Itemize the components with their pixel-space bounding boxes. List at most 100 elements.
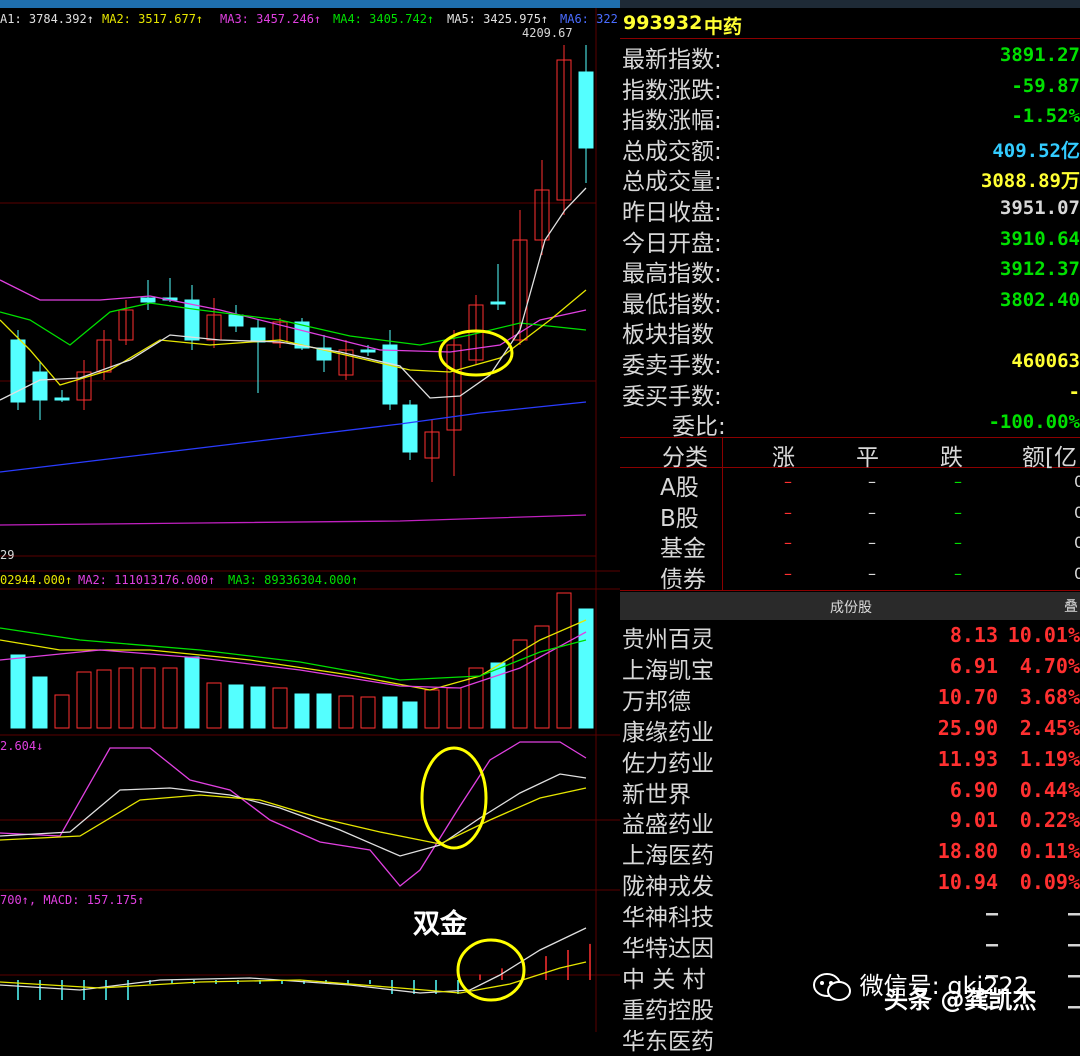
column-divider	[722, 437, 723, 590]
classification-row-label: 基金	[660, 536, 706, 562]
macd-line	[0, 927, 587, 994]
component-change: 1.19%	[1019, 746, 1080, 771]
classification-up: –	[784, 533, 792, 552]
quote-label: 昨日收盘:	[622, 200, 722, 226]
quote-row: 总成交量: 3088.89万	[620, 162, 1080, 195]
quote-label: 最高指数:	[622, 261, 722, 288]
ma-legend-item: MA5: 3425.975↑	[447, 12, 549, 26]
quote-value: -100.00%	[988, 411, 1080, 434]
components-title: 成份股	[830, 600, 872, 616]
quote-value: 3951.07	[999, 197, 1080, 219]
component-name[interactable]: 上海凯宝	[622, 651, 714, 685]
quote-value: 3912.37	[999, 258, 1080, 281]
component-change: 0.11%	[1019, 839, 1080, 864]
wechat-icon	[812, 972, 852, 1002]
component-name[interactable]: 中 关 村	[622, 960, 706, 994]
component-price: 10.94	[937, 870, 998, 895]
component-name[interactable]: 华特达因	[622, 929, 714, 963]
volume-legend-item: 02944.000↑	[0, 573, 73, 587]
volume-bar	[382, 696, 398, 729]
low-price-label: 29	[0, 548, 15, 562]
ma-line	[0, 514, 587, 526]
kdj-line	[0, 787, 587, 845]
component-name[interactable]: 华东医药	[622, 1022, 714, 1056]
component-name[interactable]: 重药控股	[622, 991, 714, 1025]
component-name[interactable]: 贵州百灵	[622, 620, 714, 654]
volume-bar	[402, 701, 418, 729]
quote-value: 3910.64	[999, 227, 1080, 250]
component-price: 9.01	[949, 808, 998, 833]
component-name[interactable]: 益盛药业	[622, 805, 714, 839]
kdj-line	[0, 741, 587, 887]
ma-legend-item: MA4: 3405.742↑	[333, 12, 435, 26]
component-change: 0.44%	[1019, 777, 1080, 802]
candle-body	[382, 344, 398, 405]
component-price: 6.91	[949, 653, 998, 678]
candle-body	[490, 301, 506, 305]
component-change: 3.68%	[1019, 684, 1080, 709]
candle-body	[32, 371, 48, 401]
classification-header: 分类	[662, 445, 708, 471]
classification-header: 涨	[772, 445, 795, 471]
volume-bar	[250, 686, 266, 729]
volume-bar	[294, 693, 310, 729]
component-price: –	[985, 901, 998, 926]
component-name[interactable]: 万邦德	[622, 682, 691, 716]
component-name[interactable]: 康缘药业	[622, 713, 714, 747]
classification-down: –	[954, 472, 962, 491]
classification-up: –	[784, 563, 792, 583]
candle-body	[402, 404, 418, 453]
volume-bar	[162, 667, 178, 729]
volume-legend-item: MA3: 89336304.000↑	[228, 573, 359, 587]
volume-bar	[272, 687, 288, 729]
component-name[interactable]: 华神科技	[622, 898, 714, 932]
component-price: 25.90	[937, 715, 998, 740]
volume-bar	[556, 592, 572, 729]
high-price-label: 4209.67	[522, 26, 573, 40]
volume-bar	[228, 684, 244, 729]
volume-bar	[446, 687, 462, 729]
quote-row: 昨日收盘: 3951.07	[620, 193, 1080, 226]
quote-row: 委买手数: -	[620, 377, 1080, 410]
component-price: –	[985, 932, 998, 956]
toutiao-watermark: 头条 @龚凯杰	[884, 986, 1037, 1014]
component-name[interactable]: 上海医药	[622, 836, 714, 870]
ma-line	[0, 401, 587, 473]
macd-line	[0, 961, 587, 994]
quote-value: 409.52亿	[992, 139, 1080, 162]
candle-body	[10, 339, 26, 403]
classification-header: 跌	[940, 445, 963, 471]
classification-row-label: 债券	[660, 566, 706, 593]
highlight-circle	[456, 938, 526, 1002]
quote-value: 460063	[1011, 350, 1080, 372]
volume-legend-item: MA2: 111013176.000↑	[78, 573, 216, 587]
candle-body	[578, 71, 594, 149]
component-change: –	[1067, 901, 1080, 926]
classification-amount: 0	[1074, 563, 1080, 583]
overlay-button[interactable]: 叠	[1064, 596, 1078, 616]
component-change: 4.70%	[1019, 653, 1080, 678]
volume-bar	[578, 608, 594, 729]
quote-row: 委卖手数: 460063	[620, 346, 1080, 379]
volume-bar	[96, 669, 112, 729]
candle-body	[228, 314, 244, 327]
classification-amount: 0	[1074, 533, 1080, 552]
kline-chart-svg[interactable]	[0, 0, 620, 1032]
component-name[interactable]: 佐力药业	[622, 744, 714, 778]
components-header[interactable]: 成份股 叠	[620, 592, 1080, 620]
quote-label: 指数涨跌:	[622, 77, 722, 104]
quote-label: 指数涨幅:	[622, 108, 722, 135]
component-name[interactable]: 新世界	[622, 775, 691, 809]
candle-body	[360, 349, 376, 353]
quote-row: 指数涨跌: -59.87	[620, 71, 1080, 104]
chart-area[interactable]: A1: 3784.392↑ MA2: 3517.677↑ MA3: 3457.246…	[0, 0, 620, 1032]
component-price: 10.70	[937, 684, 998, 709]
volume-bar	[184, 656, 200, 729]
panel-top-bar	[620, 0, 1080, 8]
classification-up: –	[784, 472, 792, 491]
component-name[interactable]: 陇神戎发	[622, 867, 714, 901]
ma-legend-item: A1: 3784.392↑	[0, 12, 94, 26]
quote-label: 最低指数:	[622, 291, 722, 318]
ma-legend-item: MA6: 322	[560, 12, 618, 26]
index-code: 993932	[623, 12, 703, 34]
